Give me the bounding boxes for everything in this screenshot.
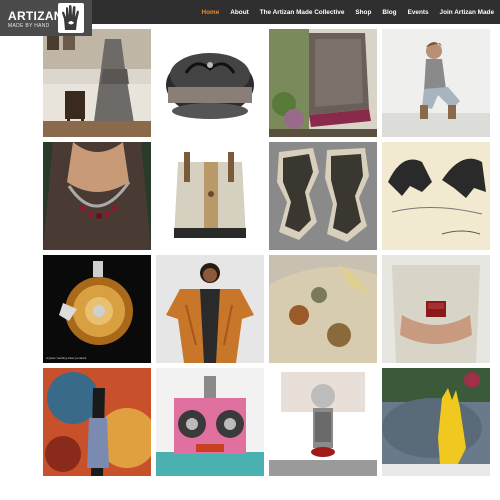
nav-collective[interactable]: The Artizan Made Collective [260,9,345,16]
gallery-tile-candle[interactable] [382,368,490,476]
gallery-tile-ring-box[interactable] [382,255,490,363]
gallery-tile-vases[interactable] [269,142,377,250]
main-nav: Home About The Artizan Made Collective S… [202,0,494,24]
bag-image [156,142,264,250]
gallery-tile-kimono[interactable] [156,255,264,363]
ring-box-image [382,255,490,363]
nav-join[interactable]: Join Artizan Made [440,9,494,16]
nav-home[interactable]: Home [202,9,220,16]
gallery-tile-print[interactable] [382,142,490,250]
gallery-tile-bag[interactable] [156,142,264,250]
hat-image [156,29,264,137]
gallery-tile-scarf[interactable] [269,29,377,137]
vases-image [269,142,377,250]
gallery-tile-silk-scarf[interactable] [269,255,377,363]
gallery-tile-necklace[interactable] [43,142,151,250]
nav-about[interactable]: About [230,9,248,16]
gallery-tile-dress[interactable] [43,29,151,137]
mural-image [43,368,151,476]
dress-image [43,29,151,137]
nav-events[interactable]: Events [408,9,429,16]
gallery-tile-hat[interactable] [156,29,264,137]
logo-subtitle: MADE BY HAND [8,23,50,29]
pendant-caption: crystal / sterling silver pendant [46,356,87,360]
pendant-image [43,255,151,363]
print-image [382,142,490,250]
product-gallery: crystal / sterling silver pendant [43,29,490,476]
gallery-tile-doll[interactable] [269,368,377,476]
seated-woman-image [382,29,490,137]
gallery-tile-seated-woman[interactable] [382,29,490,137]
candle-image [382,368,490,476]
nav-shop[interactable]: Shop [355,9,371,16]
logo-title: ARTIZAN [8,9,63,23]
gallery-tile-pendant[interactable]: crystal / sterling silver pendant [43,255,151,363]
silk-scarf-image [269,255,377,363]
nav-blog[interactable]: Blog [382,9,396,16]
robot-image [156,368,264,476]
doll-image [269,368,377,476]
hand-icon [58,3,84,33]
gallery-tile-mural[interactable] [43,368,151,476]
scarf-image [269,29,377,137]
gallery-tile-robot[interactable] [156,368,264,476]
kimono-image [156,255,264,363]
site-logo[interactable]: ARTIZAN MADE BY HAND [0,0,92,36]
necklace-image [43,142,151,250]
